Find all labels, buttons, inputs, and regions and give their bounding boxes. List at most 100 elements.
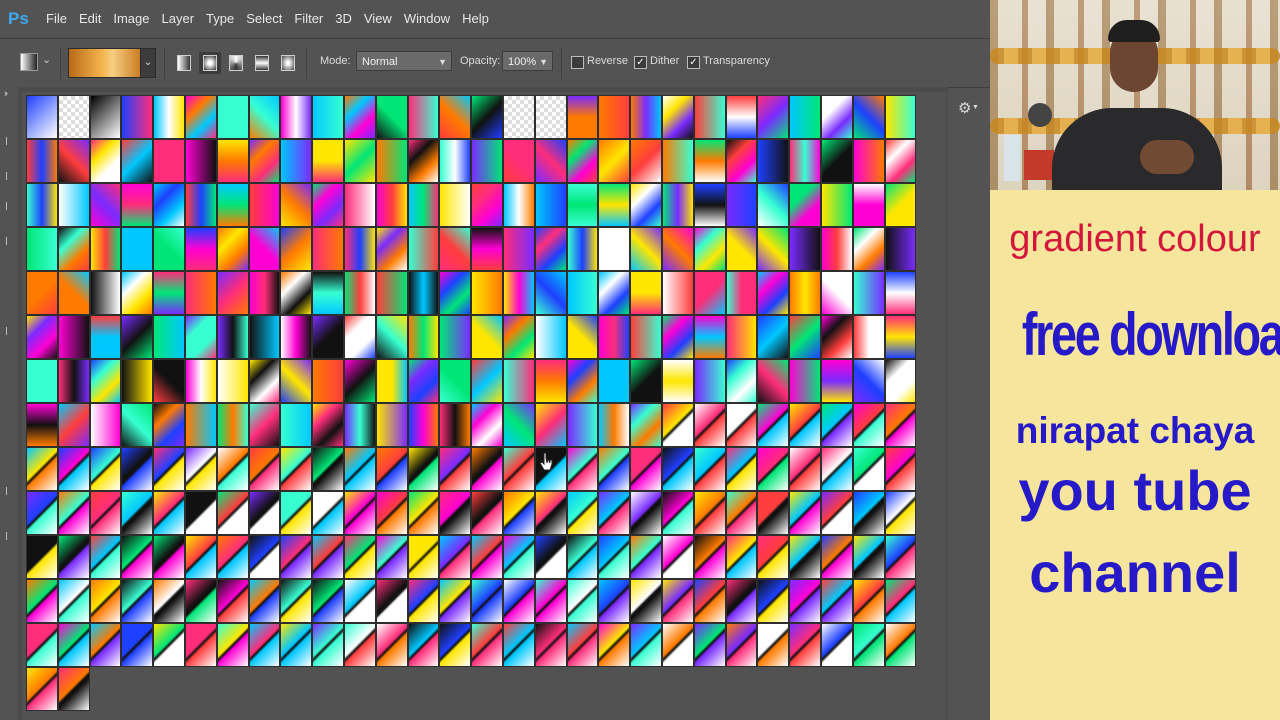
gradient-preset-swatch[interactable] — [471, 271, 503, 315]
gradient-preset-swatch[interactable] — [89, 271, 122, 315]
gradient-preset-swatch[interactable] — [89, 359, 122, 403]
gradient-preset-swatch[interactable] — [789, 623, 821, 667]
gradient-preset-swatch[interactable] — [693, 315, 726, 359]
gradient-preset-swatch[interactable] — [598, 535, 631, 579]
gradient-preset-swatch[interactable] — [407, 359, 440, 403]
gradient-preset-swatch[interactable] — [57, 447, 90, 491]
gradient-preset-swatch[interactable] — [566, 535, 599, 579]
gradient-preset-swatch[interactable] — [121, 95, 154, 139]
gradient-preset-swatch[interactable] — [725, 579, 758, 623]
gradient-preset-swatch[interactable] — [184, 447, 217, 491]
gradient-preset-swatch[interactable] — [852, 271, 885, 315]
gradient-preset-swatch[interactable] — [566, 359, 599, 403]
gradient-preset-swatch[interactable] — [216, 579, 249, 623]
gradient-preset-swatch[interactable] — [725, 271, 758, 315]
gradient-preset-swatch[interactable] — [852, 227, 885, 271]
gradient-preset-swatch[interactable] — [598, 359, 631, 403]
gradient-preset-swatch[interactable] — [693, 447, 726, 491]
gradient-preset-swatch[interactable] — [26, 491, 58, 535]
menu-filter[interactable]: Filter — [288, 0, 329, 38]
gradient-preset-swatch[interactable] — [598, 403, 631, 447]
gradient-preset-swatch[interactable] — [57, 315, 90, 359]
gradient-preset-swatch[interactable] — [661, 491, 694, 535]
gradient-preset-swatch[interactable] — [598, 315, 631, 359]
gradient-preset-swatch[interactable] — [502, 315, 535, 359]
gradient-preset-swatch[interactable] — [343, 403, 376, 447]
tool-preset-picker-icon[interactable] — [20, 53, 38, 71]
gradient-preset-swatch[interactable] — [630, 403, 662, 447]
gradient-preset-swatch[interactable] — [757, 95, 790, 139]
gradient-preset-swatch[interactable] — [789, 139, 821, 183]
gradient-preset-swatch[interactable] — [248, 491, 281, 535]
gradient-preset-swatch[interactable] — [534, 535, 567, 579]
gradient-preset-swatch[interactable] — [312, 623, 344, 667]
gradient-preset-swatch[interactable] — [153, 359, 185, 403]
gradient-preset-swatch[interactable] — [280, 623, 313, 667]
gradient-preset-swatch[interactable] — [852, 623, 885, 667]
gradient-preset-swatch[interactable] — [820, 491, 853, 535]
gradient-preset-swatch[interactable] — [375, 491, 408, 535]
gear-icon[interactable]: ⚙ — [958, 99, 971, 117]
gradient-preset-swatch[interactable] — [407, 315, 440, 359]
gradient-preset-swatch[interactable] — [566, 139, 599, 183]
gradient-preset-swatch[interactable] — [248, 315, 281, 359]
gradient-preset-swatch[interactable] — [153, 535, 185, 579]
gradient-preset-swatch[interactable] — [343, 183, 376, 227]
dither-checkbox[interactable]: ✓ — [634, 56, 647, 69]
gradient-preset-swatch[interactable] — [820, 183, 853, 227]
gradient-preset-swatch[interactable] — [661, 183, 694, 227]
gradient-preset-swatch[interactable] — [630, 535, 662, 579]
gradient-preset-swatch[interactable] — [757, 491, 790, 535]
gradient-preset-swatch[interactable] — [439, 139, 472, 183]
gradient-preset-swatch[interactable] — [184, 491, 217, 535]
gradient-preset-swatch[interactable] — [598, 491, 631, 535]
gradient-preset-swatch[interactable] — [121, 227, 154, 271]
gradient-preset-swatch[interactable] — [630, 183, 662, 227]
gradient-preset-swatch[interactable] — [375, 535, 408, 579]
gradient-preset-swatch[interactable] — [407, 491, 440, 535]
tool-handle[interactable] — [6, 202, 13, 210]
gradient-preset-swatch[interactable] — [630, 227, 662, 271]
gradient-preset-swatch[interactable] — [26, 623, 58, 667]
gradient-preset-swatch[interactable] — [471, 183, 503, 227]
gradient-preset-swatch[interactable] — [502, 535, 535, 579]
gradient-preset-swatch[interactable] — [630, 447, 662, 491]
gradient-preset-swatch[interactable] — [439, 491, 472, 535]
gradient-preset-swatch[interactable] — [375, 183, 408, 227]
menu-file[interactable]: File — [40, 0, 73, 38]
gradient-preset-swatch[interactable] — [598, 227, 631, 271]
gradient-preset-swatch[interactable] — [89, 535, 122, 579]
gradient-preset-swatch[interactable] — [693, 579, 726, 623]
gradient-preset-swatch[interactable] — [661, 95, 694, 139]
gradient-preset-swatch[interactable] — [57, 227, 90, 271]
gradient-preset-swatch[interactable] — [789, 271, 821, 315]
gradient-preset-swatch[interactable] — [820, 623, 853, 667]
gradient-preset-swatch[interactable] — [471, 535, 503, 579]
gradient-preset-swatch[interactable] — [89, 315, 122, 359]
gradient-preset-swatch[interactable] — [375, 271, 408, 315]
gradient-preset-swatch[interactable] — [693, 183, 726, 227]
gradient-preset-swatch[interactable] — [471, 403, 503, 447]
gradient-preset-swatch[interactable] — [566, 227, 599, 271]
gradient-preset-swatch[interactable] — [693, 227, 726, 271]
gradient-preset-swatch[interactable] — [343, 139, 376, 183]
menu-help[interactable]: Help — [456, 0, 495, 38]
gradient-preset-swatch[interactable] — [312, 227, 344, 271]
gradient-preset-swatch[interactable] — [89, 139, 122, 183]
gradient-preset-swatch[interactable] — [153, 403, 185, 447]
gradient-preset-swatch[interactable] — [184, 227, 217, 271]
gradient-preset-swatch[interactable] — [439, 623, 472, 667]
gradient-preset-swatch[interactable] — [57, 579, 90, 623]
gradient-preset-swatch[interactable] — [343, 95, 376, 139]
gradient-preset-swatch[interactable] — [280, 139, 313, 183]
gradient-preset-swatch[interactable] — [820, 535, 853, 579]
gradient-preset-swatch[interactable] — [884, 183, 917, 227]
gradient-preset-swatch[interactable] — [502, 579, 535, 623]
gradient-preset-swatch[interactable] — [439, 403, 472, 447]
gradient-preset-swatch[interactable] — [248, 535, 281, 579]
gradient-preset-swatch[interactable] — [630, 579, 662, 623]
gradient-preset-swatch[interactable] — [471, 359, 503, 403]
gradient-preset-swatch[interactable] — [852, 95, 885, 139]
gradient-preset-swatch[interactable] — [216, 227, 249, 271]
gradient-preset-swatch[interactable] — [57, 183, 90, 227]
